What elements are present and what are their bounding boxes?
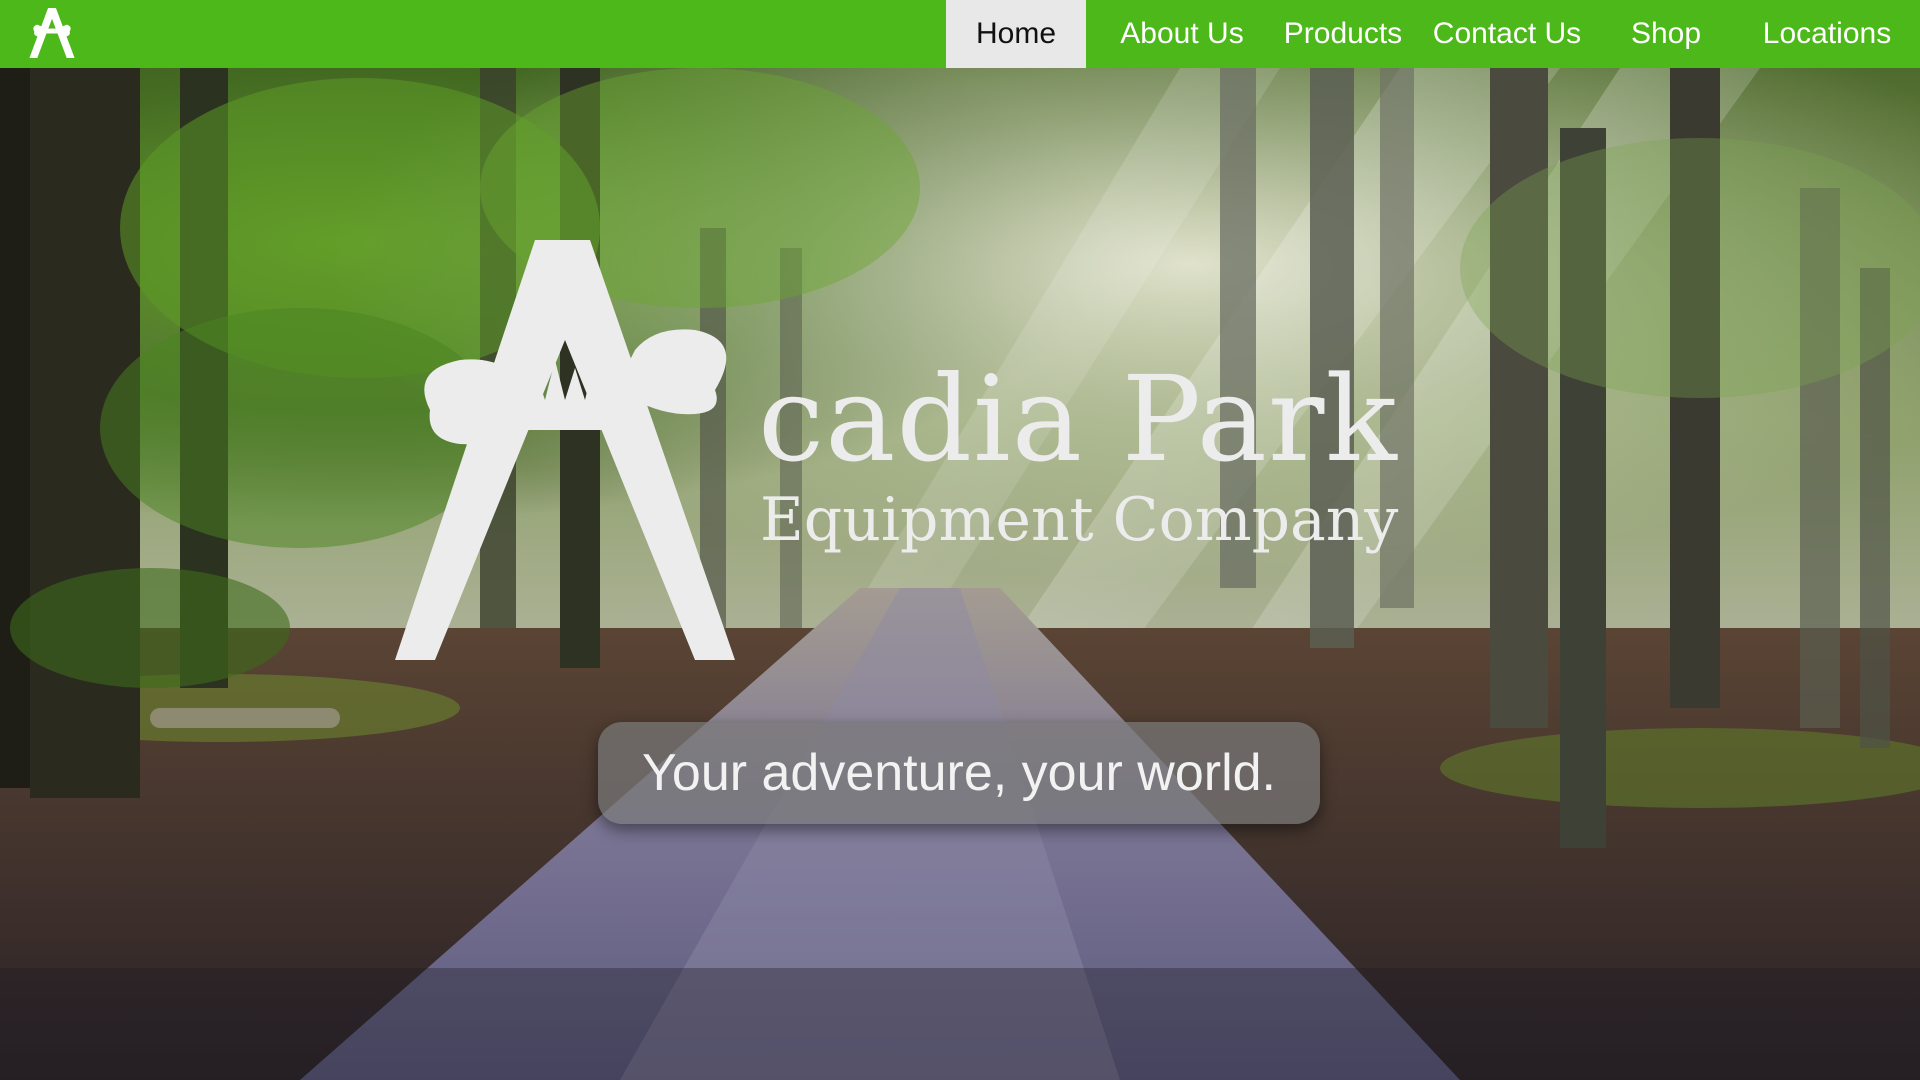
top-navbar: Home About Us Products Contact Us Shop L… bbox=[0, 0, 1920, 68]
forest-background-image bbox=[0, 68, 1920, 1080]
site-logo-icon[interactable] bbox=[27, 6, 77, 60]
nav-item-about-us[interactable]: About Us bbox=[1110, 0, 1254, 68]
acadia-a-icon bbox=[395, 240, 735, 660]
brand-subtitle: Equipment Company bbox=[760, 485, 1399, 555]
nav-item-shop[interactable]: Shop bbox=[1620, 0, 1712, 68]
brand-name: cadia Park bbox=[758, 350, 1398, 488]
nav-item-products[interactable]: Products bbox=[1276, 0, 1410, 68]
nav-item-home[interactable]: Home bbox=[946, 0, 1086, 68]
nav-item-locations[interactable]: Locations bbox=[1752, 0, 1902, 68]
nav-item-contact-us[interactable]: Contact Us bbox=[1430, 0, 1584, 68]
hero-tagline: Your adventure, your world. bbox=[598, 722, 1320, 824]
page: Home About Us Products Contact Us Shop L… bbox=[0, 0, 1920, 1080]
hero-section bbox=[0, 68, 1920, 1080]
